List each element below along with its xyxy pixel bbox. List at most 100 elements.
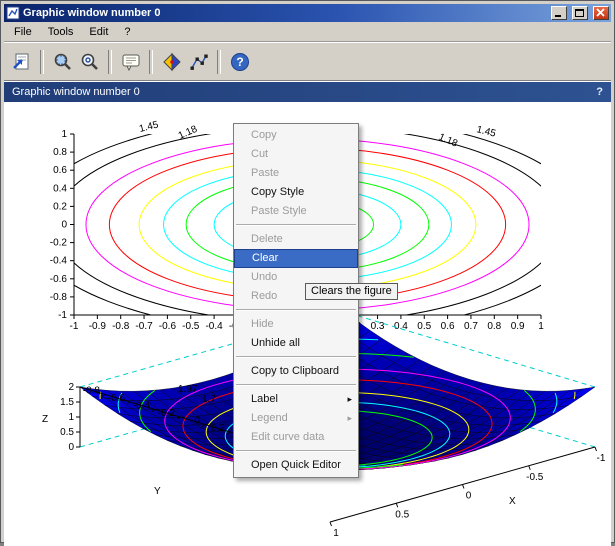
submenu-arrow-icon: ▸ — [347, 390, 352, 409]
svg-text:0: 0 — [466, 491, 472, 502]
menu-tools[interactable]: Tools — [40, 24, 82, 40]
menu-item-label: Hide — [251, 318, 274, 330]
menu-item-label: Copy Style — [251, 186, 304, 198]
docking-help-button[interactable]: ? — [596, 86, 603, 98]
svg-text:0.2: 0.2 — [53, 201, 67, 212]
svg-text:0.8: 0.8 — [487, 321, 501, 332]
svg-text:-0.5: -0.5 — [526, 472, 544, 483]
svg-text:0.9: 0.9 — [511, 321, 525, 332]
svg-text:0.8: 0.8 — [53, 147, 67, 158]
minimize-icon — [553, 8, 565, 18]
menu-file[interactable]: File — [6, 24, 40, 40]
menu-separator — [236, 309, 356, 311]
menu-item-unhide-all[interactable]: Unhide all — [234, 334, 358, 353]
svg-text:-0.4: -0.4 — [205, 321, 223, 332]
zoom-area-icon — [52, 51, 74, 73]
tooltip: Clears the figure — [305, 283, 398, 300]
datatip-button[interactable] — [185, 48, 212, 75]
menu-bar: File Tools Edit ? — [4, 22, 611, 42]
maximize-button[interactable] — [572, 6, 588, 20]
rotate-icon — [161, 51, 183, 73]
menu-edit[interactable]: Edit — [81, 24, 116, 40]
menu-item-clear[interactable]: Clear — [234, 249, 358, 268]
menu-item-label[interactable]: Label ▸ — [234, 390, 358, 409]
figure-canvas-area: -1-0.9-0.8-0.7-0.6-0.5-0.4-0.3-0.2-0.100… — [4, 102, 611, 546]
svg-text:-0.8: -0.8 — [50, 292, 68, 303]
svg-text:0.4: 0.4 — [394, 321, 408, 332]
help-icon: ? — [229, 51, 251, 73]
datatip-icon — [188, 51, 210, 73]
menu-item-label: Label — [251, 393, 278, 405]
svg-text:1.45: 1.45 — [475, 124, 497, 139]
toolbar-separator — [149, 50, 153, 74]
menu-separator — [236, 356, 356, 358]
svg-text:1.18: 1.18 — [437, 132, 460, 150]
docking-bar: Graphic window number 0 ? — [4, 81, 611, 102]
maximize-icon — [574, 8, 586, 18]
context-menu: Copy Cut Paste Copy Style Paste Style Delete C… — [233, 123, 359, 478]
svg-text:0.3: 0.3 — [371, 321, 385, 332]
figure-editor-button[interactable] — [117, 48, 144, 75]
svg-text:-0.2: -0.2 — [50, 238, 68, 249]
unzoom-button[interactable] — [76, 48, 103, 75]
export-button[interactable] — [8, 48, 35, 75]
menu-item-label: Paste Style — [251, 205, 307, 217]
svg-text:-0.8: -0.8 — [112, 321, 130, 332]
menu-item-cut: Cut — [234, 145, 358, 164]
titlebar[interactable]: Graphic window number 0 — [4, 4, 611, 22]
docking-bar-title: Graphic window number 0 — [12, 86, 140, 98]
svg-text:2: 2 — [68, 382, 74, 393]
menu-item-label: Paste — [251, 167, 279, 179]
menu-item-copy-style[interactable]: Copy Style — [234, 183, 358, 202]
menu-item-label: Unhide all — [251, 337, 300, 349]
svg-text:0.6: 0.6 — [53, 165, 67, 176]
menu-help[interactable]: ? — [116, 24, 138, 40]
menu-item-copy: Copy — [234, 126, 358, 145]
menu-separator — [236, 384, 356, 386]
menu-item-open-quick-editor[interactable]: Open Quick Editor — [234, 456, 358, 475]
menu-item-label: Clear — [252, 252, 278, 264]
svg-text:?: ? — [236, 55, 243, 69]
svg-text:1.5: 1.5 — [60, 397, 74, 408]
svg-text:-0.6: -0.6 — [159, 321, 177, 332]
menu-item-hide: Hide — [234, 315, 358, 334]
svg-text:-0.6: -0.6 — [108, 393, 126, 404]
close-icon — [595, 8, 607, 18]
menu-item-label: Cut — [251, 148, 268, 160]
menu-item-paste: Paste — [234, 164, 358, 183]
toolbar: ? — [4, 42, 611, 81]
export-icon — [11, 51, 33, 73]
menu-item-paste-style: Paste Style — [234, 202, 358, 221]
minimize-button[interactable] — [551, 6, 567, 20]
menu-item-label: Legend — [251, 412, 288, 424]
svg-text:1.45: 1.45 — [138, 119, 160, 134]
toolbar-separator — [217, 50, 221, 74]
menu-item-copy-to-clipboard[interactable]: Copy to Clipboard — [234, 362, 358, 381]
svg-text:-0.5: -0.5 — [182, 321, 200, 332]
svg-text:0: 0 — [194, 416, 200, 427]
svg-text:1: 1 — [61, 129, 67, 140]
menu-item-legend: Legend▸ — [234, 409, 358, 428]
svg-text:0.5: 0.5 — [417, 321, 431, 332]
svg-text:-1: -1 — [58, 310, 67, 321]
menu-item-label: Copy to Clipboard — [251, 365, 339, 377]
figure-editor-icon — [120, 51, 142, 73]
menu-item-label: Redo — [251, 290, 277, 302]
zoom-area-button[interactable] — [49, 48, 76, 75]
toolbar-separator — [108, 50, 112, 74]
menu-item-label: Delete — [251, 233, 283, 245]
svg-text:0.6: 0.6 — [441, 321, 455, 332]
svg-text:-1: -1 — [70, 321, 79, 332]
svg-text:1.7: 1.7 — [202, 394, 216, 405]
close-button[interactable] — [593, 6, 609, 20]
svg-text:1: 1 — [68, 412, 74, 423]
menu-item-label: Edit curve data — [251, 431, 324, 443]
svg-text:0.4: 0.4 — [53, 183, 67, 194]
rotate-button[interactable] — [158, 48, 185, 75]
svg-text:1: 1 — [333, 528, 339, 539]
svg-text:0: 0 — [68, 442, 74, 453]
svg-text:Z: Z — [42, 414, 48, 425]
svg-text:-0.7: -0.7 — [135, 321, 153, 332]
help-button[interactable]: ? — [226, 48, 253, 75]
toolbar-separator — [40, 50, 44, 74]
